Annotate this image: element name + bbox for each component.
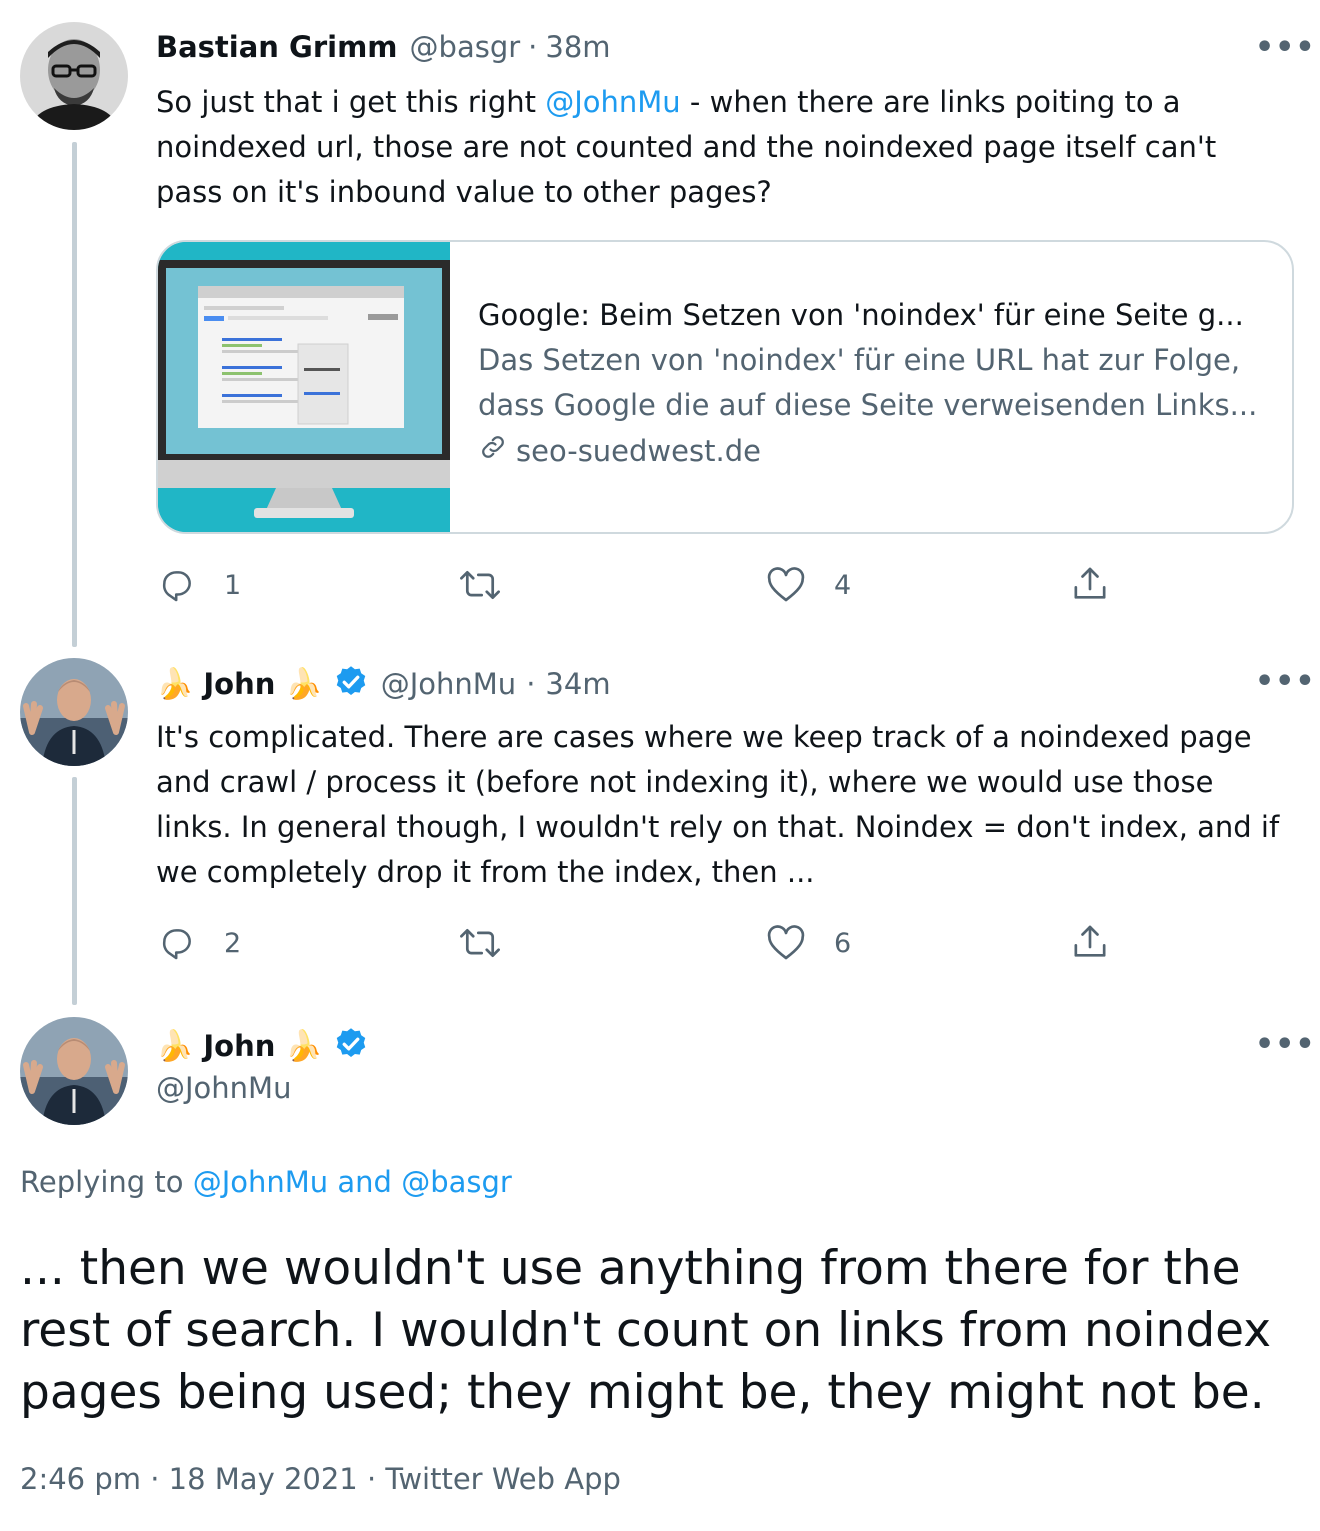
reply-button[interactable]: 2 <box>158 924 241 962</box>
avatar[interactable] <box>20 1017 128 1125</box>
retweet-button[interactable] <box>458 924 502 962</box>
banana-emoji: 🍌 <box>156 1028 194 1064</box>
thread-line <box>72 142 77 647</box>
tweet-text: It's complicated. There are cases where … <box>156 720 1280 889</box>
author-name[interactable]: John <box>203 667 275 701</box>
reply-count: 2 <box>224 927 242 959</box>
like-button[interactable]: 6 <box>766 924 851 962</box>
verified-icon <box>333 1026 369 1066</box>
like-count: 4 <box>834 569 852 601</box>
author-handle[interactable]: @JohnMu <box>156 1071 291 1105</box>
tweet-text: So just that i get this right @JohnMu - … <box>156 80 1286 215</box>
card-title: Google: Beim Setzen von 'noindex' für ei… <box>478 298 1244 332</box>
share-button[interactable] <box>1070 922 1110 962</box>
link-card[interactable]: Google: Beim Setzen von 'noindex' für ei… <box>156 240 1294 534</box>
like-count: 6 <box>834 927 852 959</box>
replying-and[interactable]: and <box>337 1165 392 1199</box>
tweet-timestamp[interactable]: 2:46 pm · 18 May 2021 · Twitter Web App <box>20 1462 621 1496</box>
thread-line <box>72 777 77 1005</box>
retweet-icon <box>458 924 502 962</box>
main-author-row: 🍌 John 🍌 <box>156 1026 369 1066</box>
banana-emoji: 🍌 <box>156 666 194 702</box>
tweet-time[interactable]: 38m <box>545 30 610 64</box>
reply-count: 1 <box>224 569 242 601</box>
like-icon <box>766 924 806 962</box>
main-tweet-text: ... then we wouldn't use anything from t… <box>20 1241 1272 1420</box>
card-thumbnail <box>158 242 450 532</box>
banana-emoji: 🍌 <box>285 1028 323 1064</box>
tweet-text-part: So just that i get this right <box>156 85 546 119</box>
tweet-header: 🍌 John 🍌 @JohnMu · 34m <box>156 664 611 704</box>
tweet-time[interactable]: 34m <box>545 667 610 701</box>
share-icon <box>1070 564 1110 604</box>
replying-mention[interactable]: @basgr <box>401 1165 512 1199</box>
time-separator: · <box>528 30 538 64</box>
replying-mention[interactable]: @JohnMu <box>193 1165 328 1199</box>
author-name[interactable]: John <box>203 1029 275 1063</box>
verified-icon <box>333 664 369 704</box>
tweet-header: Bastian Grimm @basgr · 38m <box>156 30 611 64</box>
retweet-button[interactable] <box>458 566 502 604</box>
banana-emoji: 🍌 <box>285 666 323 702</box>
more-icon[interactable]: ••• <box>1255 1027 1316 1062</box>
reply-icon <box>158 566 196 604</box>
reply-icon <box>158 924 196 962</box>
author-handle[interactable]: @JohnMu <box>381 667 516 701</box>
more-icon[interactable]: ••• <box>1255 30 1316 65</box>
replying-label: Replying to <box>20 1165 184 1199</box>
card-content: Google: Beim Setzen von 'noindex' für ei… <box>450 242 1292 532</box>
author-handle[interactable]: @basgr <box>410 30 521 64</box>
mention-link[interactable]: @JohnMu <box>545 85 680 119</box>
author-name[interactable]: Bastian Grimm <box>156 30 398 64</box>
avatar[interactable] <box>20 22 128 130</box>
like-icon <box>766 566 806 604</box>
card-domain: seo-suedwest.de <box>516 433 761 468</box>
avatar[interactable] <box>20 658 128 766</box>
card-domain-row: seo-suedwest.de <box>478 432 1292 469</box>
card-description: Das Setzen von 'noindex' für eine URL ha… <box>478 343 1258 422</box>
retweet-icon <box>458 566 502 604</box>
share-icon <box>1070 922 1110 962</box>
link-icon <box>478 432 508 469</box>
share-button[interactable] <box>1070 564 1110 604</box>
like-button[interactable]: 4 <box>766 566 851 604</box>
more-icon[interactable]: ••• <box>1255 664 1316 699</box>
replying-to: Replying to @JohnMu and @basgr <box>20 1165 512 1199</box>
reply-button[interactable]: 1 <box>158 566 241 604</box>
time-separator: · <box>526 667 536 701</box>
